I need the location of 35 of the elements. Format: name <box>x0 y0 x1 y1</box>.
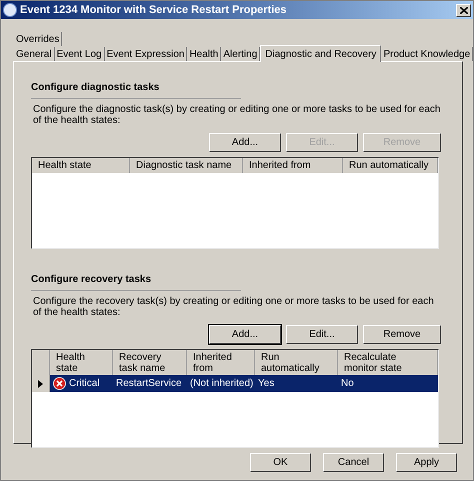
table-cell-text: (Not inherited) <box>190 377 254 391</box>
window-title: Event 1234 Monitor with Service Restart Properties <box>20 2 287 18</box>
tab[interactable]: Health <box>187 47 222 61</box>
section-description: Configure the recovery task(s) by creating or editing one or more tasks to be used for each of the health states: <box>33 296 435 318</box>
section-heading: Configure recovery tasks <box>31 274 152 285</box>
tab[interactable]: Product Knowledge <box>381 47 473 61</box>
dialog-button[interactable]: OK <box>250 453 311 472</box>
dialog-button[interactable]: Apply <box>396 453 457 472</box>
dialog-button[interactable]: Remove <box>363 325 441 344</box>
table-row[interactable]: Critical RestartService (Not inherited) Yes No <box>32 375 438 392</box>
tab[interactable]: Overrides <box>14 32 62 46</box>
tab[interactable]: Diagnostic and Recovery <box>260 45 382 62</box>
tab[interactable]: Event Log <box>54 47 105 61</box>
table-cell-text: No <box>341 377 354 391</box>
window-icon <box>3 3 17 17</box>
table-cell-text: Critical <box>69 377 100 391</box>
row-pointer-icon <box>38 380 43 388</box>
dialog-button[interactable]: Edit... <box>286 325 358 344</box>
column-header[interactable]: Diagnostic task name <box>130 158 243 173</box>
column-header[interactable]: Health state <box>32 158 130 173</box>
dialog-button[interactable]: Add... <box>209 325 281 344</box>
table-cell-text: RestartService <box>116 377 182 391</box>
dialog-button[interactable]: Cancel <box>323 453 384 472</box>
tab[interactable]: Event Expression <box>104 47 188 61</box>
column-header[interactable]: Run automatically <box>343 158 438 173</box>
tab[interactable]: General <box>14 47 55 61</box>
section-description: Configure the diagnostic task(s) by creating or editing one or more tasks to be used for each of the health states: <box>33 104 441 126</box>
close-button[interactable] <box>456 4 471 16</box>
section-heading: Configure diagnostic tasks <box>31 82 160 93</box>
error-icon <box>53 377 66 390</box>
tab[interactable]: Alerting <box>221 47 260 61</box>
table-cell-text: Yes <box>258 377 274 391</box>
dialog-button[interactable]: Add... <box>209 133 281 152</box>
column-header[interactable]: Inherited from <box>243 158 343 173</box>
close-icon <box>460 6 468 14</box>
